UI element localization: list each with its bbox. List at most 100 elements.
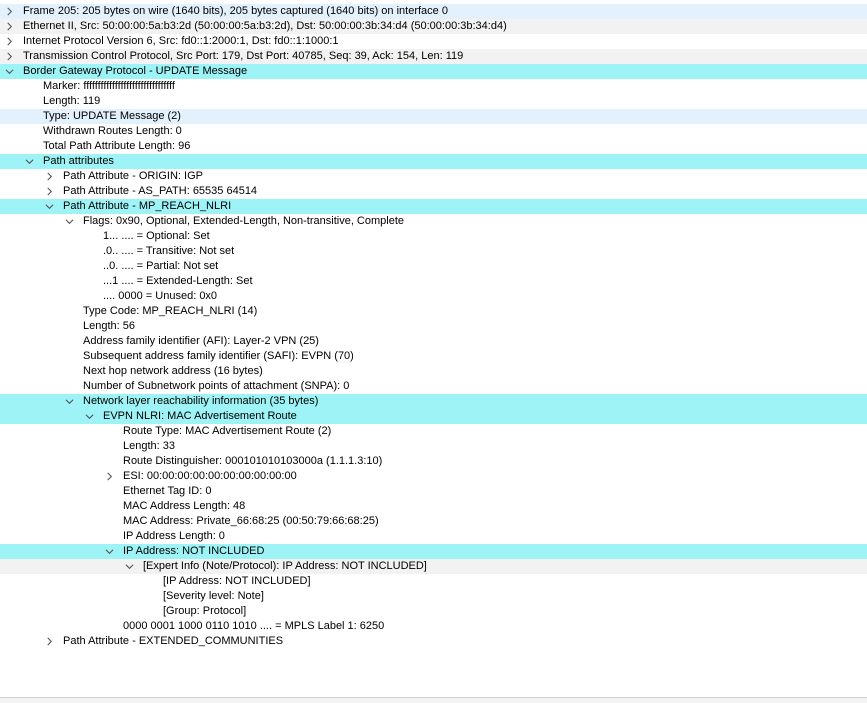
tree-row[interactable]: ESI: 00:00:00:00:00:00:00:00:00:00 [0,469,867,484]
tree-row[interactable]: MAC Address: Private_66:68:25 (00:50:79:… [0,514,867,529]
tree-row[interactable]: [IP Address: NOT INCLUDED] [0,574,867,589]
tree-row[interactable]: .0.. .... = Transitive: Not set [0,244,867,259]
tree-row[interactable]: Ethernet II, Src: 50:00:00:5a:b3:2d (50:… [0,19,867,34]
chevron-down-icon[interactable] [63,214,75,229]
tree-row[interactable]: [Group: Protocol] [0,604,867,619]
tree-row-label: Path Attribute - EXTENDED_COMMUNITIES [63,635,284,647]
tree-row[interactable]: .... 0000 = Unused: 0x0 [0,289,867,304]
tree-row-label: Length: 33 [123,440,175,452]
tree-row[interactable]: Path Attribute - EXTENDED_COMMUNITIES [0,634,867,649]
tree-row[interactable]: 1... .... = Optional: Set [0,229,867,244]
tree-row[interactable]: [Expert Info (Note/Protocol): IP Address… [0,559,867,574]
tree-row-label: EVPN NLRI: MAC Advertisement Route [103,410,297,422]
chevron-right-icon[interactable] [3,34,15,49]
tree-row[interactable]: Withdrawn Routes Length: 0 [0,124,867,139]
tree-row[interactable]: Total Path Attribute Length: 96 [0,139,867,154]
tree-row[interactable]: IP Address: NOT INCLUDED [0,544,867,559]
tree-row[interactable]: Path Attribute - AS_PATH: 65535 64514 [0,184,867,199]
tree-row-label: Frame 205: 205 bytes on wire (1640 bits)… [23,5,448,17]
tree-row[interactable]: Route Type: MAC Advertisement Route (2) [0,424,867,439]
tree-row-label: Address family identifier (AFI): Layer-2… [83,335,319,347]
tree-row-label: Marker: ffffffffffffffffffffffffffffffff [43,80,175,92]
tree-row-label: 0000 0001 1000 0110 1010 .... = MPLS Lab… [123,620,385,632]
tree-row-label: .... 0000 = Unused: 0x0 [103,290,218,302]
chevron-down-icon[interactable] [43,199,55,214]
chevron-right-icon[interactable] [43,169,55,184]
tree-row-label: Subsequent address family identifier (SA… [83,350,354,362]
tree-row[interactable]: Type Code: MP_REACH_NLRI (14) [0,304,867,319]
tree-row-label: Type: UPDATE Message (2) [43,110,181,122]
chevron-down-icon[interactable] [3,64,15,79]
tree-row[interactable]: Length: 56 [0,319,867,334]
tree-row[interactable]: 0000 0001 1000 0110 1010 .... = MPLS Lab… [0,619,867,634]
tree-row-label: Internet Protocol Version 6, Src: fd0::1… [23,35,339,47]
chevron-right-icon[interactable] [3,49,15,64]
tree-row-label: 1... .... = Optional: Set [103,230,210,242]
tree-row-label: Next hop network address (16 bytes) [83,365,263,377]
tree-row-label: Total Path Attribute Length: 96 [43,140,191,152]
tree-row[interactable]: Type: UPDATE Message (2) [0,109,867,124]
tree-row-label: [Expert Info (Note/Protocol): IP Address… [143,560,427,572]
tree-row[interactable]: Subsequent address family identifier (SA… [0,349,867,364]
packet-details-tree[interactable]: Frame 205: 205 bytes on wire (1640 bits)… [0,4,867,649]
tree-row[interactable]: Route Distinguisher: 000101010103000a (1… [0,454,867,469]
tree-row-label: Network layer reachability information (… [83,395,319,407]
chevron-down-icon[interactable] [63,394,75,409]
tree-row-label: Type Code: MP_REACH_NLRI (14) [83,305,258,317]
tree-row-label: .0.. .... = Transitive: Not set [103,245,235,257]
tree-row-label: Border Gateway Protocol - UPDATE Message [23,65,248,77]
tree-row[interactable]: [Severity level: Note] [0,589,867,604]
chevron-right-icon[interactable] [103,469,115,484]
tree-row-label: Route Distinguisher: 000101010103000a (1… [123,455,383,467]
chevron-down-icon[interactable] [23,154,35,169]
tree-row-label: Withdrawn Routes Length: 0 [43,125,182,137]
tree-row[interactable]: Length: 119 [0,94,867,109]
tree-row[interactable]: Flags: 0x90, Optional, Extended-Length, … [0,214,867,229]
tree-row[interactable]: Ethernet Tag ID: 0 [0,484,867,499]
tree-row-label: Path Attribute - MP_REACH_NLRI [63,200,232,212]
tree-row-label: Ethernet Tag ID: 0 [123,485,212,497]
tree-row[interactable]: Transmission Control Protocol, Src Port:… [0,49,867,64]
tree-row[interactable]: Path Attribute - ORIGIN: IGP [0,169,867,184]
tree-row[interactable]: Internet Protocol Version 6, Src: fd0::1… [0,34,867,49]
chevron-down-icon[interactable] [103,544,115,559]
pane-bottom-border [0,697,867,703]
chevron-right-icon[interactable] [3,4,15,19]
chevron-down-icon[interactable] [123,559,135,574]
tree-row[interactable]: Next hop network address (16 bytes) [0,364,867,379]
tree-row[interactable]: ...1 .... = Extended-Length: Set [0,274,867,289]
tree-row[interactable]: Path Attribute - MP_REACH_NLRI [0,199,867,214]
tree-row[interactable]: Number of Subnetwork points of attachmen… [0,379,867,394]
tree-row[interactable]: Network layer reachability information (… [0,394,867,409]
tree-row[interactable]: Border Gateway Protocol - UPDATE Message [0,64,867,79]
tree-row-label: Path attributes [43,155,114,167]
tree-row-label: Length: 119 [43,95,101,107]
tree-row-label: ESI: 00:00:00:00:00:00:00:00:00:00 [123,470,297,482]
tree-row[interactable]: Path attributes [0,154,867,169]
tree-row-label: [Severity level: Note] [163,590,264,602]
tree-row[interactable]: MAC Address Length: 48 [0,499,867,514]
tree-row-label: Route Type: MAC Advertisement Route (2) [123,425,332,437]
tree-row-label: MAC Address: Private_66:68:25 (00:50:79:… [123,515,379,527]
tree-row-label: Length: 56 [83,320,135,332]
tree-row[interactable]: EVPN NLRI: MAC Advertisement Route [0,409,867,424]
tree-row-label: Flags: 0x90, Optional, Extended-Length, … [83,215,405,227]
tree-row-label: Path Attribute - AS_PATH: 65535 64514 [63,185,258,197]
tree-row-label: MAC Address Length: 48 [123,500,246,512]
tree-row[interactable]: Frame 205: 205 bytes on wire (1640 bits)… [0,4,867,19]
tree-row-label: ..0. .... = Partial: Not set [103,260,219,272]
tree-row-label: Ethernet II, Src: 50:00:00:5a:b3:2d (50:… [23,20,507,32]
chevron-right-icon[interactable] [3,19,15,34]
chevron-down-icon[interactable] [83,409,95,424]
tree-row-label: IP Address Length: 0 [123,530,225,542]
tree-row[interactable]: Length: 33 [0,439,867,454]
chevron-right-icon[interactable] [43,184,55,199]
tree-row[interactable]: Marker: ffffffffffffffffffffffffffffffff [0,79,867,94]
tree-row-label: [Group: Protocol] [163,605,247,617]
tree-row-label: [IP Address: NOT INCLUDED] [163,575,311,587]
tree-row[interactable]: ..0. .... = Partial: Not set [0,259,867,274]
tree-row[interactable]: IP Address Length: 0 [0,529,867,544]
tree-row-label: Path Attribute - ORIGIN: IGP [63,170,203,182]
chevron-right-icon[interactable] [43,634,55,649]
tree-row[interactable]: Address family identifier (AFI): Layer-2… [0,334,867,349]
